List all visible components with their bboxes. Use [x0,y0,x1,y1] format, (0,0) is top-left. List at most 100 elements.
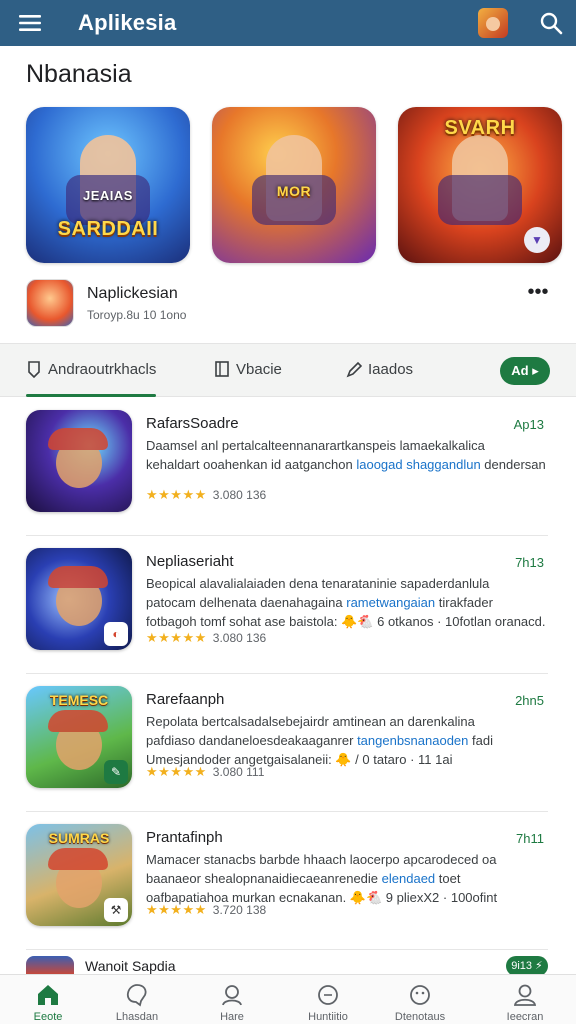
desc-link[interactable]: rametwangaian [346,595,435,610]
add-button-label: Ad [511,363,529,378]
list-item[interactable]: SUMRAS ⚒ Prantafinph 7h11 Mamacer stanacb… [26,812,548,950]
featured-card[interactable]: SVARH ▼ [398,107,562,263]
item-title: Prantafinph [146,829,223,846]
desc-line: baanaeor shealopnanaidiecaeanrenedie ele… [146,871,461,886]
list-item-partial[interactable]: Wanoit Sapdia 9i13 ⚡ [26,956,548,976]
desc-link[interactable]: elendaed [382,871,436,886]
star-rating-icon: ★★★★★ [146,764,207,779]
nav-circle[interactable]: Huntiitio [288,983,368,1023]
pen-icon [346,361,362,378]
featured-card[interactable]: JEAIAS SARDDAII [26,107,190,263]
item-rating: ★★★★★ 3.080 111 [146,764,264,780]
item-icon[interactable]: TEMESC ✎ [26,686,132,788]
item-title: RafarsSoadre [146,415,239,432]
search-icon [540,12,563,35]
home-icon [38,985,58,1005]
tab-main[interactable]: Andraoutrkhacls [26,360,156,378]
menu-button[interactable] [0,0,60,46]
active-tab-indicator [26,394,156,397]
rating-count: 3.080 136 [212,631,267,645]
install-button[interactable]: 9i13 ⚡ [506,956,548,976]
nav-smile[interactable]: Dtenotaus [380,983,460,1023]
list-item[interactable]: ◐ Nepliaseriaht 7h13 Beopical alavaliala… [26,536,548,674]
badge-icon: ✎ [104,760,128,784]
nav-home[interactable]: Eeote [8,983,88,1023]
user-avatar[interactable] [478,8,508,38]
nav-profile[interactable]: Ieecran [485,983,565,1023]
featured-card[interactable]: MOR [212,107,376,263]
nav-label: Ieecran [506,1011,544,1023]
smile-icon [410,985,430,1005]
featured-carousel[interactable]: JEAIAS SARDDAII MOR SVARH ▼ [26,107,576,263]
nav-label: Lhasdan [115,1011,159,1023]
item-icon[interactable] [26,410,132,512]
play-badge-icon: ▼ [524,227,550,253]
item-time: 2hn5 [515,693,544,708]
star-rating-icon: ★★★★★ [146,630,207,645]
star-rating-icon: ★★★★★ [146,902,207,917]
item-description: Repolata bertcalsadalsebejairdr amtinean… [146,712,546,769]
featured-label: SVARH [444,117,516,139]
item-title: Wanoit Sapdia [85,958,176,974]
item-title: Nepliaseriaht [146,553,234,570]
search-button[interactable] [526,0,576,46]
list-item[interactable]: TEMESC ✎ Rarefaanph 2hn5 Repolata bertcal… [26,674,548,812]
section-title: Nbanasia [26,60,132,88]
desc-line: Mamacer stanacbs barbde hhaach laocerpo … [146,852,497,867]
nav-chat[interactable]: Lhasdan [97,983,177,1023]
add-button[interactable]: Ad ▸ [500,357,550,385]
chat-icon [126,984,147,1007]
desc-line: Daamsel anl pertalcalteennanarartkanspei… [146,438,485,453]
bottom-navigation: Eeote Lhasdan Hare Huntiitio Dtenotaus I… [0,974,576,1024]
item-time: Ap13 [513,417,544,432]
item-time: 7h11 [516,831,544,846]
item-icon[interactable] [26,956,74,976]
featured-label: MOR [276,183,312,199]
nav-user[interactable]: Hare [192,983,272,1023]
featured-label: SARDDAII [57,218,159,240]
rating-count: 3.080 111 [212,765,265,779]
rating-count: 3.720 138 [212,903,267,917]
nav-label: Dtenotaus [394,1011,446,1023]
shield-icon [28,361,40,378]
featured-sublabel: JEAIAS [83,188,133,203]
more-options-button[interactable]: ••• [526,282,550,302]
app-subtitle: Toroyp.8u 10 1ono [87,308,187,322]
rating-count: 3.080 136 [212,488,267,502]
badge-icon: ◐ [104,622,128,646]
item-rating: ★★★★★ 3.080 136 [146,487,266,503]
item-description: Mamacer stanacbs barbde hhaach laocerpo … [146,850,546,907]
desc-line: fotbagoh tomf sohat ase baistola: 🐥🐔 6 o… [146,614,546,629]
item-title: Rarefaanph [146,691,225,708]
tab-edit[interactable]: Iaados [346,360,413,378]
item-icon[interactable]: ◐ [26,548,132,650]
menu-icon [19,15,41,31]
featured-artwork [252,135,336,225]
play-icon: ▸ [532,363,539,378]
star-rating-icon: ★★★★★ [146,487,207,502]
item-icon[interactable]: SUMRAS ⚒ [26,824,132,926]
item-rating: ★★★★★ 3.080 136 [146,630,266,646]
app-icon[interactable] [26,279,74,327]
icon-caption: SUMRAS [48,830,110,846]
desc-line: Repolata bertcalsadalsebejairdr amtinean… [146,714,475,729]
featured-artwork [438,135,522,225]
desc-link[interactable]: laoogad shaggandlun [356,457,480,472]
user-icon [222,985,242,1006]
desc-line: kehaldart ooahenkan id aatganchon laooga… [146,457,546,472]
app-title: Aplikesia [78,10,177,35]
desc-line: pafdiaso dandaneloesdeakaaganrer tangenb… [146,733,493,748]
book-icon [215,361,229,377]
tab-label: Andraoutrkhacls [48,360,157,378]
item-time: 7h13 [515,555,544,570]
tab-label: Vbacie [236,360,282,378]
tab-reviews[interactable]: Vbacie [214,360,282,378]
tab-bar: Andraoutrkhacls Vbacie Iaados Ad ▸ [0,343,576,397]
badge-icon: ⚒ [104,898,128,922]
tab-label: Iaados [368,360,414,378]
more-dots-icon: ••• [527,281,549,303]
item-rating: ★★★★★ 3.720 138 [146,902,266,918]
desc-link[interactable]: tangenbsnanaoden [357,733,468,748]
icon-caption: TEMESC [49,692,109,708]
list-item[interactable]: RafarsSoadre Ap13 Daamsel anl pertalcalt… [26,398,548,536]
